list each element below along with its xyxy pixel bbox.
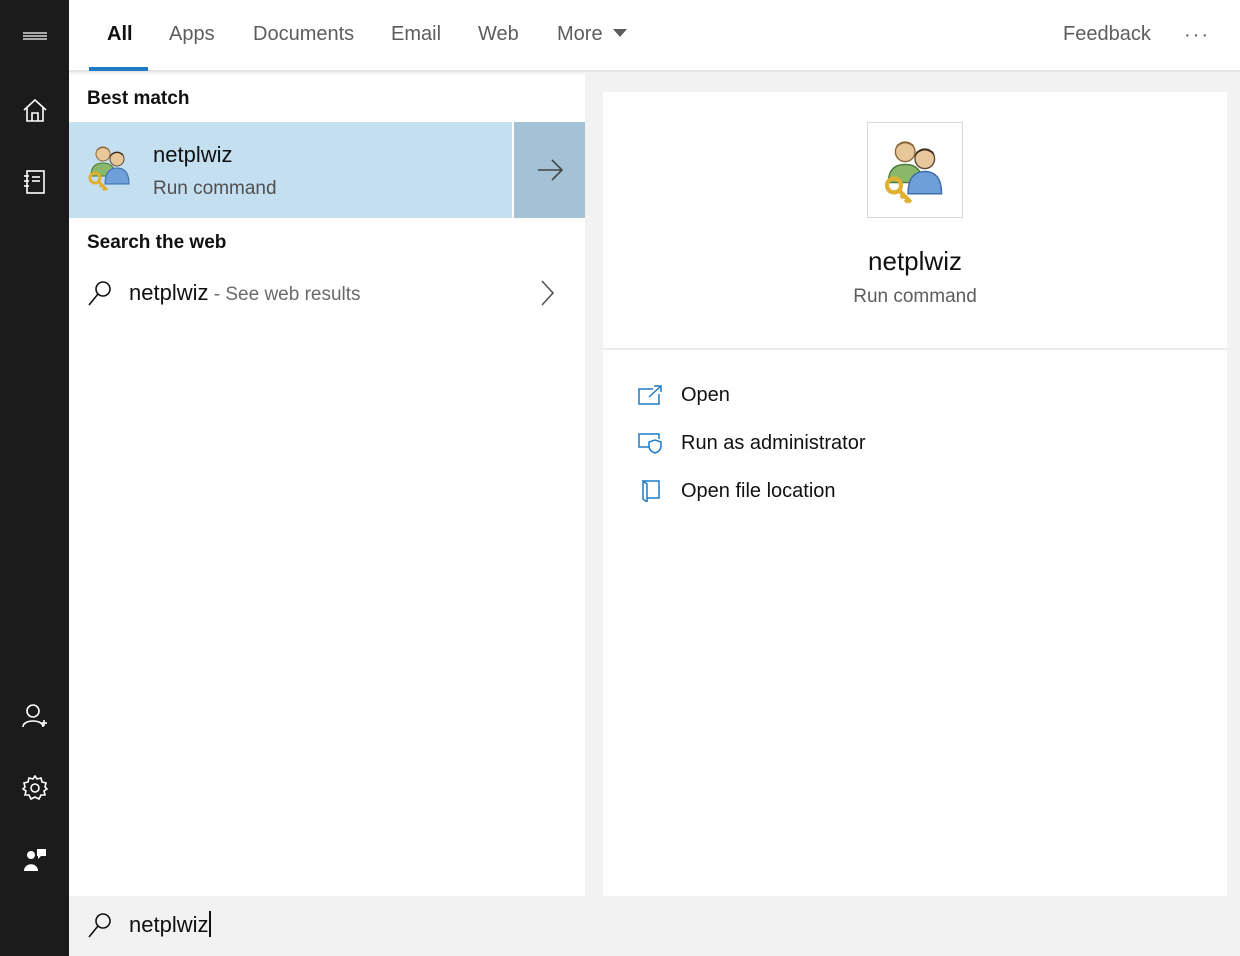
- feedback-button[interactable]: Feedback: [1063, 0, 1151, 72]
- detail-title: netplwiz: [868, 246, 962, 276]
- web-result-item[interactable]: netplwiz - See web results: [69, 270, 585, 322]
- search-box[interactable]: netplwiz: [69, 896, 1240, 956]
- search-window: All Apps Documents Email Web More Feedba…: [0, 0, 1240, 956]
- notebook-icon[interactable]: [0, 154, 69, 210]
- tab-apps[interactable]: Apps: [169, 0, 215, 72]
- open-file-location-action[interactable]: Open file location: [633, 472, 1193, 512]
- tab-more-label: More: [557, 23, 603, 45]
- search-input[interactable]: netplwiz: [129, 912, 208, 937]
- best-match-title: netplwiz: [153, 142, 233, 167]
- feedback-person-icon[interactable]: [0, 832, 69, 888]
- home-icon[interactable]: [0, 82, 69, 138]
- more-options-icon[interactable]: ···: [1184, 24, 1210, 47]
- file-location-icon: [642, 480, 660, 502]
- tab-web[interactable]: Web: [478, 0, 519, 72]
- account-icon[interactable]: [0, 688, 69, 744]
- best-match-subtitle: Run command: [153, 178, 277, 199]
- users-key-icon: [884, 141, 943, 204]
- search-web-heading: Search the web: [87, 232, 227, 253]
- open-action[interactable]: Open: [633, 376, 1193, 416]
- results-panel: Best match netplwiz Run command Search t…: [69, 74, 585, 896]
- detail-subtitle: Run command: [853, 286, 977, 307]
- hamburger-menu-icon[interactable]: [0, 10, 69, 66]
- detail-panel: netplwiz Run command Open Run as adminis…: [603, 92, 1227, 896]
- tab-email[interactable]: Email: [391, 0, 441, 72]
- tab-more[interactable]: More: [557, 0, 627, 72]
- run-as-admin-action[interactable]: Run as administrator: [633, 424, 1193, 464]
- active-tab-indicator: [89, 67, 148, 71]
- open-icon: [638, 385, 662, 405]
- detail-header: netplwiz Run command: [603, 92, 1227, 350]
- tab-all[interactable]: All: [107, 0, 133, 72]
- web-result-query: netplwiz: [129, 280, 209, 305]
- best-match-item[interactable]: netplwiz Run command: [69, 122, 512, 218]
- settings-icon[interactable]: [0, 760, 69, 816]
- chevron-right-icon: [541, 280, 555, 306]
- text-cursor: [209, 911, 212, 938]
- app-icon-large: [867, 122, 963, 218]
- arrow-right-icon: [537, 159, 563, 181]
- run-as-admin-icon: [638, 433, 662, 454]
- tab-documents[interactable]: Documents: [253, 0, 354, 72]
- web-result-suffix: - See web results: [208, 284, 361, 305]
- search-icon: [88, 913, 111, 938]
- expand-details-button[interactable]: [514, 122, 585, 218]
- run-as-admin-label: Run as administrator: [681, 432, 866, 454]
- left-rail: [0, 0, 69, 956]
- search-icon: [88, 281, 111, 306]
- open-file-location-label: Open file location: [681, 480, 836, 502]
- chevron-down-icon: [612, 28, 627, 37]
- open-action-label: Open: [681, 384, 730, 406]
- users-key-icon: [85, 142, 135, 192]
- best-match-heading: Best match: [87, 88, 190, 109]
- filter-tabs-bar: All Apps Documents Email Web More Feedba…: [69, 0, 1240, 72]
